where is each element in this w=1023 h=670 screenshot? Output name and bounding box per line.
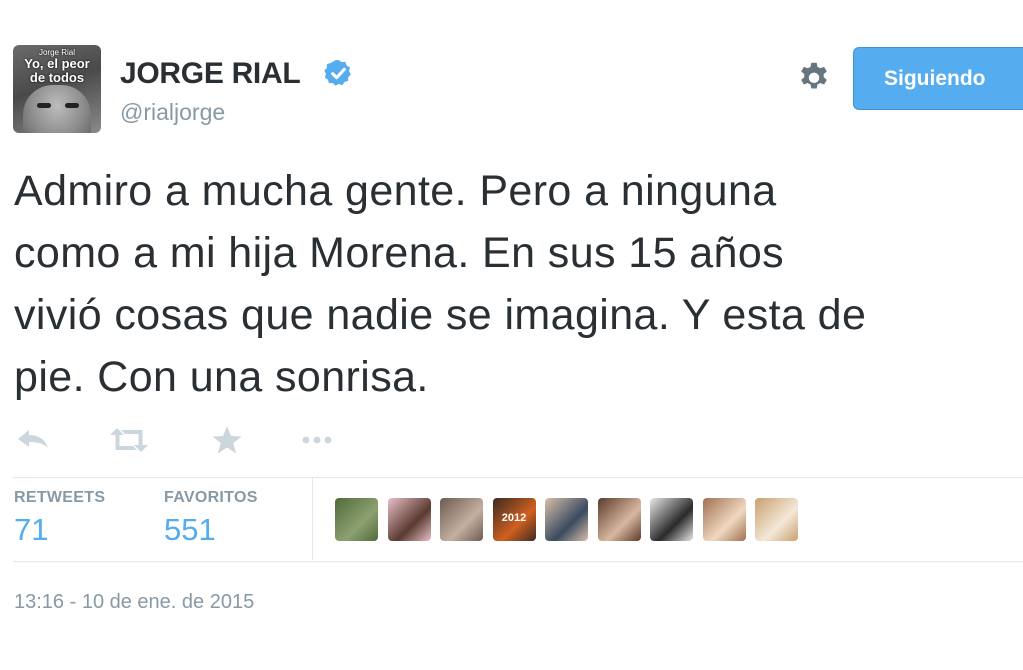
favoriter-avatar-4[interactable]: 2012 bbox=[492, 498, 536, 541]
favoriter-avatar-8[interactable] bbox=[702, 498, 746, 541]
retweet-icon[interactable] bbox=[107, 422, 151, 458]
following-button[interactable]: Siguiendo bbox=[853, 47, 1023, 110]
tweet-timestamp[interactable]: 13:16 - 10 de ene. de 2015 bbox=[14, 591, 254, 614]
favorites-count[interactable]: 551 bbox=[164, 512, 216, 548]
avatar-caption: Jorge Rial Yo, el peor de todos bbox=[17, 48, 97, 86]
tweet-text: Admiro a mucha gente. Pero a ninguna com… bbox=[14, 160, 1023, 408]
avatar-face bbox=[23, 85, 91, 133]
favoriter-avatar-1[interactable] bbox=[335, 498, 378, 541]
favoriter-avatar-7[interactable] bbox=[650, 498, 693, 541]
tweet-line: vivió cosas que nadie se imagina. Y esta… bbox=[14, 291, 867, 339]
favorites-label[interactable]: FAVORITOS bbox=[164, 489, 258, 507]
more-icon[interactable] bbox=[297, 422, 337, 458]
tweet-line: como a mi hija Morena. En sus 15 años bbox=[14, 229, 785, 277]
favoriter-avatar-5[interactable] bbox=[545, 498, 588, 541]
reply-icon[interactable] bbox=[14, 422, 54, 458]
display-name[interactable]: JORGE RIAL bbox=[120, 57, 301, 91]
favoriter-avatar-6[interactable] bbox=[597, 498, 641, 541]
stats-bottom-divider bbox=[13, 561, 1023, 562]
user-handle[interactable]: @rialjorge bbox=[120, 99, 225, 126]
retweets-count[interactable]: 71 bbox=[14, 512, 48, 548]
favoriter-avatar-9[interactable] bbox=[755, 498, 798, 541]
retweets-label[interactable]: RETWEETS bbox=[14, 489, 105, 507]
avatar-eye-right bbox=[65, 103, 79, 108]
tweet-line: Admiro a mucha gente. Pero a ninguna bbox=[14, 167, 777, 215]
avatar-eye-left bbox=[37, 103, 51, 108]
favoriter-avatar-2[interactable] bbox=[387, 498, 431, 541]
stats-top-divider bbox=[13, 477, 1023, 478]
favorite-icon[interactable] bbox=[207, 422, 247, 458]
tweet-line: pie. Con una sonrisa. bbox=[14, 353, 429, 401]
profile-avatar[interactable]: Jorge Rial Yo, el peor de todos bbox=[13, 45, 101, 133]
favoriter-avatar-3[interactable] bbox=[440, 498, 483, 541]
favoriter-avatar-text: 2012 bbox=[501, 512, 527, 524]
avatar-caption-big: Yo, el peor de todos bbox=[24, 56, 90, 86]
verified-badge-icon bbox=[324, 59, 351, 86]
gear-icon[interactable] bbox=[795, 58, 833, 96]
stats-vertical-divider bbox=[312, 478, 313, 560]
